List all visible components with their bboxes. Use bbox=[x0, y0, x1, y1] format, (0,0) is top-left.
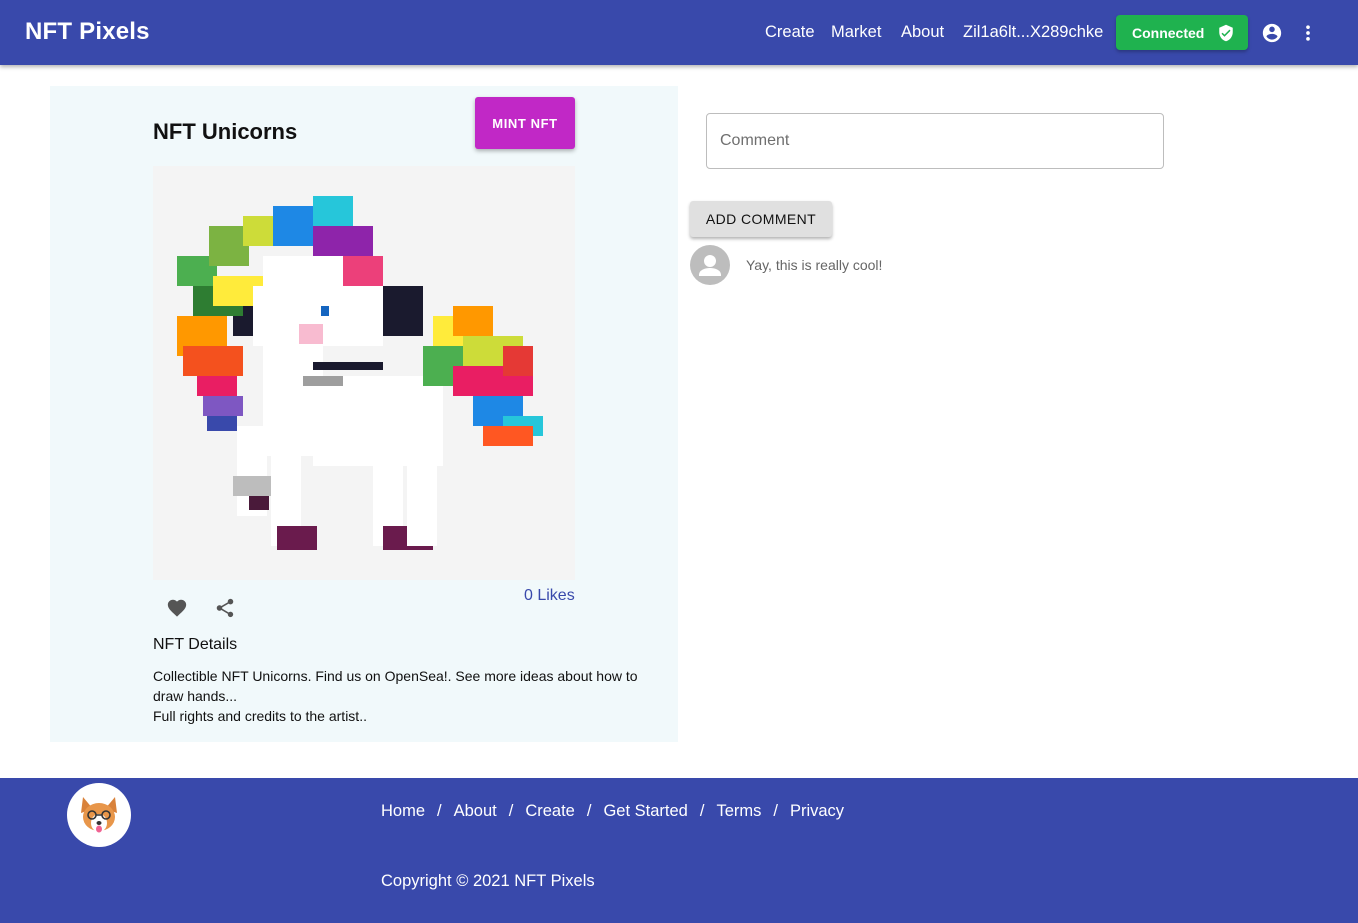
comment-field[interactable] bbox=[706, 113, 1164, 169]
connected-label: Connected bbox=[1132, 24, 1205, 41]
share-icon[interactable] bbox=[214, 597, 236, 619]
like-heart-icon[interactable] bbox=[165, 597, 189, 619]
footer-link-create[interactable]: Create bbox=[525, 802, 575, 820]
description-line: Full rights and credits to the artist.. bbox=[153, 708, 367, 724]
account-circle-icon[interactable] bbox=[1261, 22, 1283, 44]
separator: / bbox=[586, 802, 592, 820]
separator: / bbox=[437, 802, 442, 820]
nft-description: Collectible NFT Unicorns. Find us on Ope… bbox=[153, 666, 663, 726]
separator: / bbox=[508, 802, 514, 820]
footer: Home / About / Create / Get Started / Terms / Priv… bbox=[0, 778, 1358, 923]
unicorn-pixel-art bbox=[177, 196, 543, 550]
person-icon bbox=[699, 255, 721, 276]
brand-title[interactable]: NFT Pixels bbox=[25, 18, 150, 46]
commenter-avatar bbox=[690, 245, 730, 285]
footer-link-get-started[interactable]: Get Started bbox=[603, 802, 687, 820]
description-line: Collectible NFT Unicorns. Find us on Ope… bbox=[153, 668, 638, 704]
separator: / bbox=[699, 802, 705, 820]
footer-links: Home / About / Create / Get Started / Terms / Priv… bbox=[381, 802, 844, 821]
connected-button[interactable]: Connected bbox=[1116, 15, 1248, 50]
separator: / bbox=[773, 802, 778, 820]
footer-link-home[interactable]: Home bbox=[381, 802, 425, 820]
nft-image bbox=[153, 166, 575, 580]
likes-count[interactable]: 0 Likes bbox=[524, 587, 575, 605]
nft-details-heading: NFT Details bbox=[153, 636, 238, 653]
add-comment-button[interactable]: ADD COMMENT bbox=[690, 201, 832, 237]
nav-market[interactable]: Market bbox=[831, 23, 881, 42]
more-vert-icon[interactable] bbox=[1298, 22, 1318, 44]
footer-link-privacy[interactable]: Privacy bbox=[790, 802, 844, 820]
nav-about[interactable]: About bbox=[901, 23, 944, 42]
nav-create[interactable]: Create bbox=[765, 23, 815, 42]
nft-title: NFT Unicorns bbox=[153, 119, 298, 144]
comment-input[interactable] bbox=[707, 114, 1163, 168]
comment-text: Yay, this is really cool! bbox=[746, 257, 883, 273]
app-bar: NFT Pixels Create Market About Zil1a6lt.… bbox=[0, 0, 1358, 65]
verified-shield-icon bbox=[1219, 24, 1233, 42]
corgi-logo[interactable] bbox=[67, 783, 131, 847]
copyright: Copyright © 2021 NFT Pixels bbox=[381, 872, 595, 890]
mint-nft-button[interactable]: MINT NFT bbox=[475, 97, 575, 149]
footer-link-about[interactable]: About bbox=[454, 802, 497, 820]
footer-link-terms[interactable]: Terms bbox=[716, 802, 761, 820]
wallet-address: Zil1a6lt...X289chke bbox=[963, 23, 1104, 41]
corgi-logo-icon bbox=[81, 797, 117, 833]
